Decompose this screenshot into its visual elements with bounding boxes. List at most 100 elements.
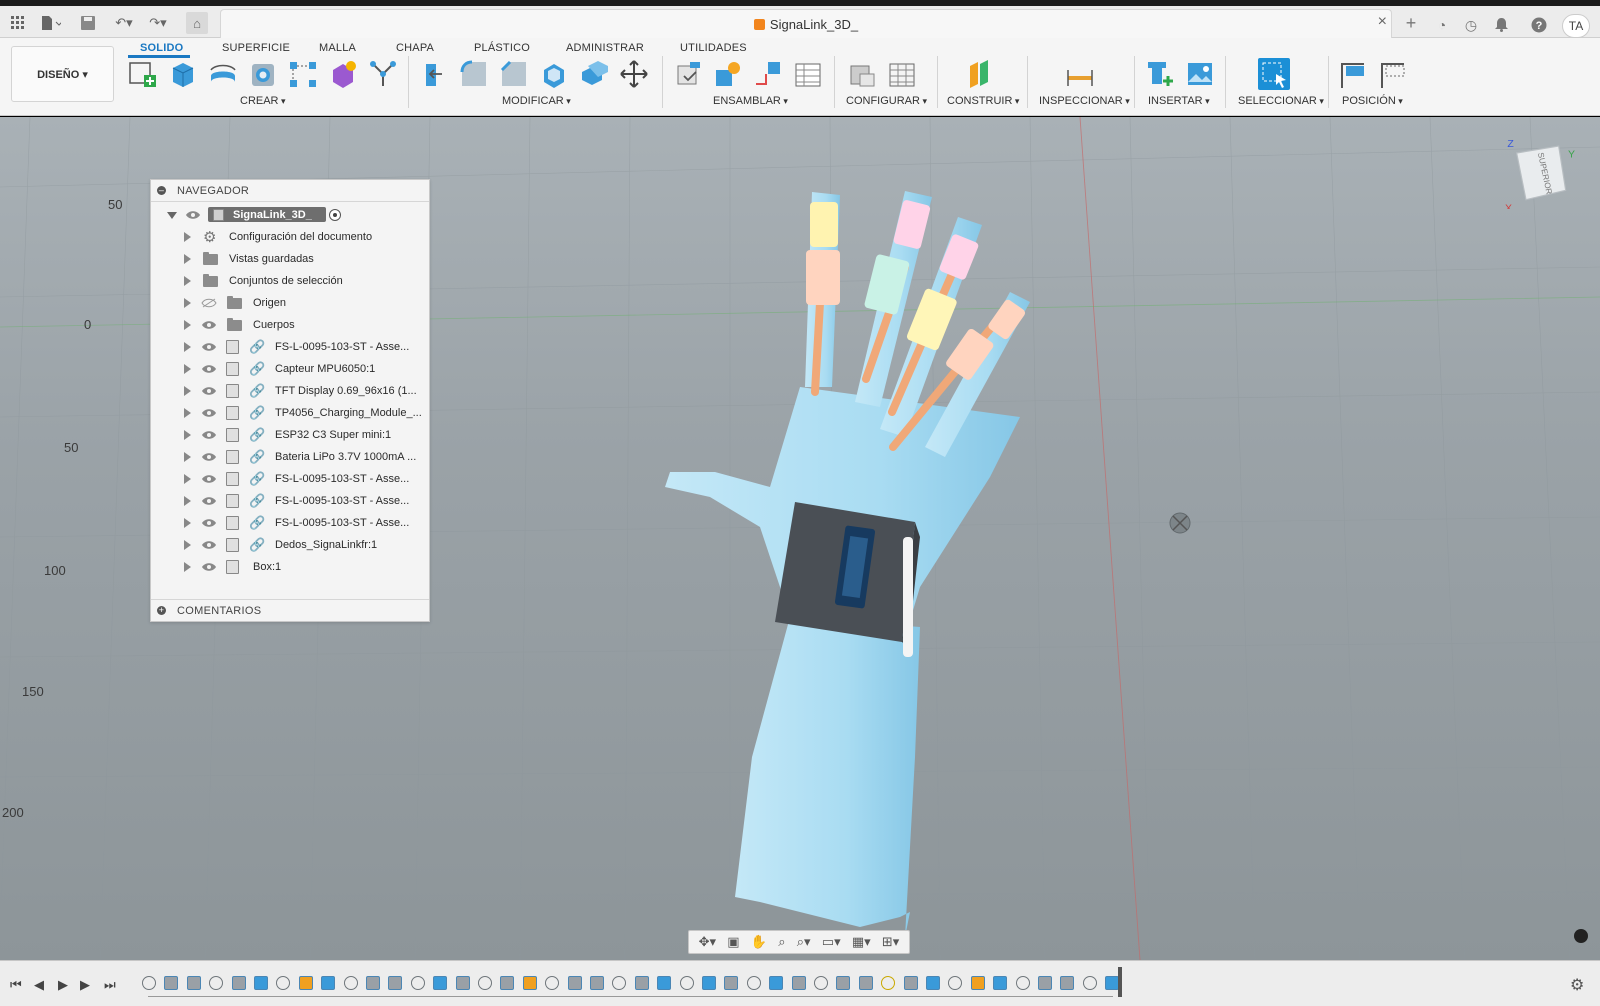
canvas-image-icon[interactable] [1184,58,1216,90]
expand-triangle-icon[interactable] [184,254,191,264]
timeline-feature-icon[interactable] [321,976,336,990]
expand-triangle-icon[interactable] [184,320,191,330]
viewports-icon[interactable]: ⊞▾ [882,934,899,950]
revolve-icon[interactable] [207,58,239,90]
tab-plastico[interactable]: PLÁSTICO [474,42,530,54]
new-component-icon[interactable] [672,58,704,90]
expand-triangle-icon[interactable] [184,364,191,374]
timeline-feature-icon[interactable] [590,976,604,990]
press-pull-icon[interactable] [418,58,450,90]
expand-triangle-icon[interactable] [184,276,191,286]
visibility-eye-icon[interactable] [201,408,217,418]
create-sketch-icon[interactable] [127,58,159,90]
group-insertar[interactable]: INSERTAR [1148,95,1210,107]
group-configurar[interactable]: CONFIGURAR [846,95,927,107]
group-crear[interactable]: CREAR [240,95,286,107]
timeline-feature-icon[interactable] [1082,976,1097,990]
hidden-eye-icon[interactable] [201,298,217,308]
browser-item-document-settings[interactable]: ⚙ Configuración del documento [151,226,429,248]
tab-utilidades[interactable]: UTILIDADES [680,42,747,54]
browser-item-component[interactable]: 🔗 Capteur MPU6050:1 [151,358,429,380]
expand-triangle-icon[interactable] [184,496,191,506]
visibility-eye-icon[interactable] [201,386,217,396]
browser-item-origin[interactable]: Origen [151,292,429,314]
parameters-icon[interactable] [846,58,878,90]
derive-icon[interactable] [367,58,399,90]
select-icon[interactable] [1256,56,1292,92]
save-icon[interactable] [78,12,98,34]
browser-header[interactable]: – NAVEGADOR [151,180,429,202]
visibility-eye-icon[interactable] [201,364,217,374]
browser-item-component[interactable]: 🔗 FS-L-0095-103-ST - Asse... [151,336,429,358]
group-construir[interactable]: CONSTRUIR [947,95,1019,107]
step-forward-icon[interactable]: ▶ [80,977,90,993]
joint-icon[interactable] [712,58,744,90]
expand-triangle-icon[interactable] [184,562,191,572]
timeline-feature-icon[interactable] [522,976,537,990]
pattern-icon[interactable] [287,58,319,90]
timeline-feature-icon[interactable] [366,976,380,990]
hole-icon[interactable] [247,58,279,90]
display-settings-icon[interactable]: ▭▾ [822,934,841,950]
orbit-icon[interactable]: ✥▾ [699,934,716,950]
timeline-feature-icon[interactable] [903,976,918,990]
timeline-feature-icon[interactable] [970,976,985,990]
extensions-icon[interactable]: ◔ [1432,15,1452,35]
help-icon[interactable]: ? [1529,15,1549,35]
expand-triangle-icon[interactable] [184,474,191,484]
visibility-eye-icon[interactable] [201,496,217,506]
group-ensamblar[interactable]: ENSAMBLAR [713,95,788,107]
revert-position-icon[interactable] [1376,58,1408,90]
timeline-feature-icon[interactable] [209,976,224,990]
timeline-feature-icon[interactable] [276,976,291,990]
timeline-feature-icon[interactable] [814,976,828,990]
pan-hand-icon[interactable]: ✋ [751,934,767,950]
timeline-feature-icon[interactable] [567,976,582,990]
timeline-feature-icon[interactable] [612,976,627,990]
expand-triangle-icon[interactable] [184,452,191,462]
step-back-icon[interactable]: ◀ [34,977,44,993]
timeline-feature-icon[interactable] [858,976,873,990]
timeline-feature-icon[interactable] [702,976,716,990]
tab-administrar[interactable]: ADMINISTRAR [566,42,644,54]
new-tab-icon[interactable]: + [1401,13,1421,33]
timeline-feature-icon[interactable] [836,976,851,990]
tab-superficie[interactable]: SUPERFICIE [222,42,290,54]
timeline-feature-icon[interactable] [926,976,940,990]
group-seleccionar[interactable]: SELECCIONAR [1238,95,1324,107]
zoom-icon[interactable]: ⌕ [778,934,785,950]
expand-panel-icon[interactable]: + [157,606,166,615]
tab-malla[interactable]: MALLA [319,42,356,54]
expand-triangle-icon[interactable] [184,342,191,352]
timeline-feature-icon[interactable] [791,976,806,990]
play-icon[interactable]: ▶ [58,977,68,993]
visibility-eye-icon[interactable] [185,210,201,220]
job-status-icon[interactable]: ◷ [1461,15,1481,35]
browser-item-selection-sets[interactable]: Conjuntos de selección [151,270,429,292]
browser-item-component[interactable]: 🔗 FS-L-0095-103-ST - Asse... [151,512,429,534]
home-icon[interactable]: ⌂ [186,12,208,34]
look-at-icon[interactable]: ▣ [727,934,739,950]
visibility-eye-icon[interactable] [201,474,217,484]
browser-item-component[interactable]: 🔗 Dedos_SignaLinkfr:1 [151,534,429,556]
visibility-eye-icon[interactable] [201,430,217,440]
timeline-feature-icon[interactable] [1060,976,1075,990]
form-icon[interactable] [327,58,359,90]
visibility-eye-icon[interactable] [201,320,217,330]
visibility-eye-icon[interactable] [201,452,217,462]
timeline-feature-icon[interactable] [164,976,179,990]
expand-triangle-icon[interactable] [184,518,191,528]
expand-triangle-icon[interactable] [184,232,191,242]
timeline-feature-icon[interactable] [186,976,201,990]
browser-item-component[interactable]: 🔗 ESP32 C3 Super mini:1 [151,424,429,446]
timeline-feature-icon[interactable] [433,976,448,990]
browser-root[interactable]: SignaLink_3D_ [151,204,429,226]
timeline-marker[interactable] [1118,967,1122,997]
timeline-feature-icon[interactable] [478,976,492,990]
combine-icon[interactable] [578,58,610,90]
visibility-eye-icon[interactable] [201,562,217,572]
expand-triangle-icon[interactable] [167,211,177,219]
timeline-feature-icon[interactable] [881,976,896,990]
expand-triangle-icon[interactable] [184,408,191,418]
comments-toggle-icon[interactable] [1574,929,1588,943]
